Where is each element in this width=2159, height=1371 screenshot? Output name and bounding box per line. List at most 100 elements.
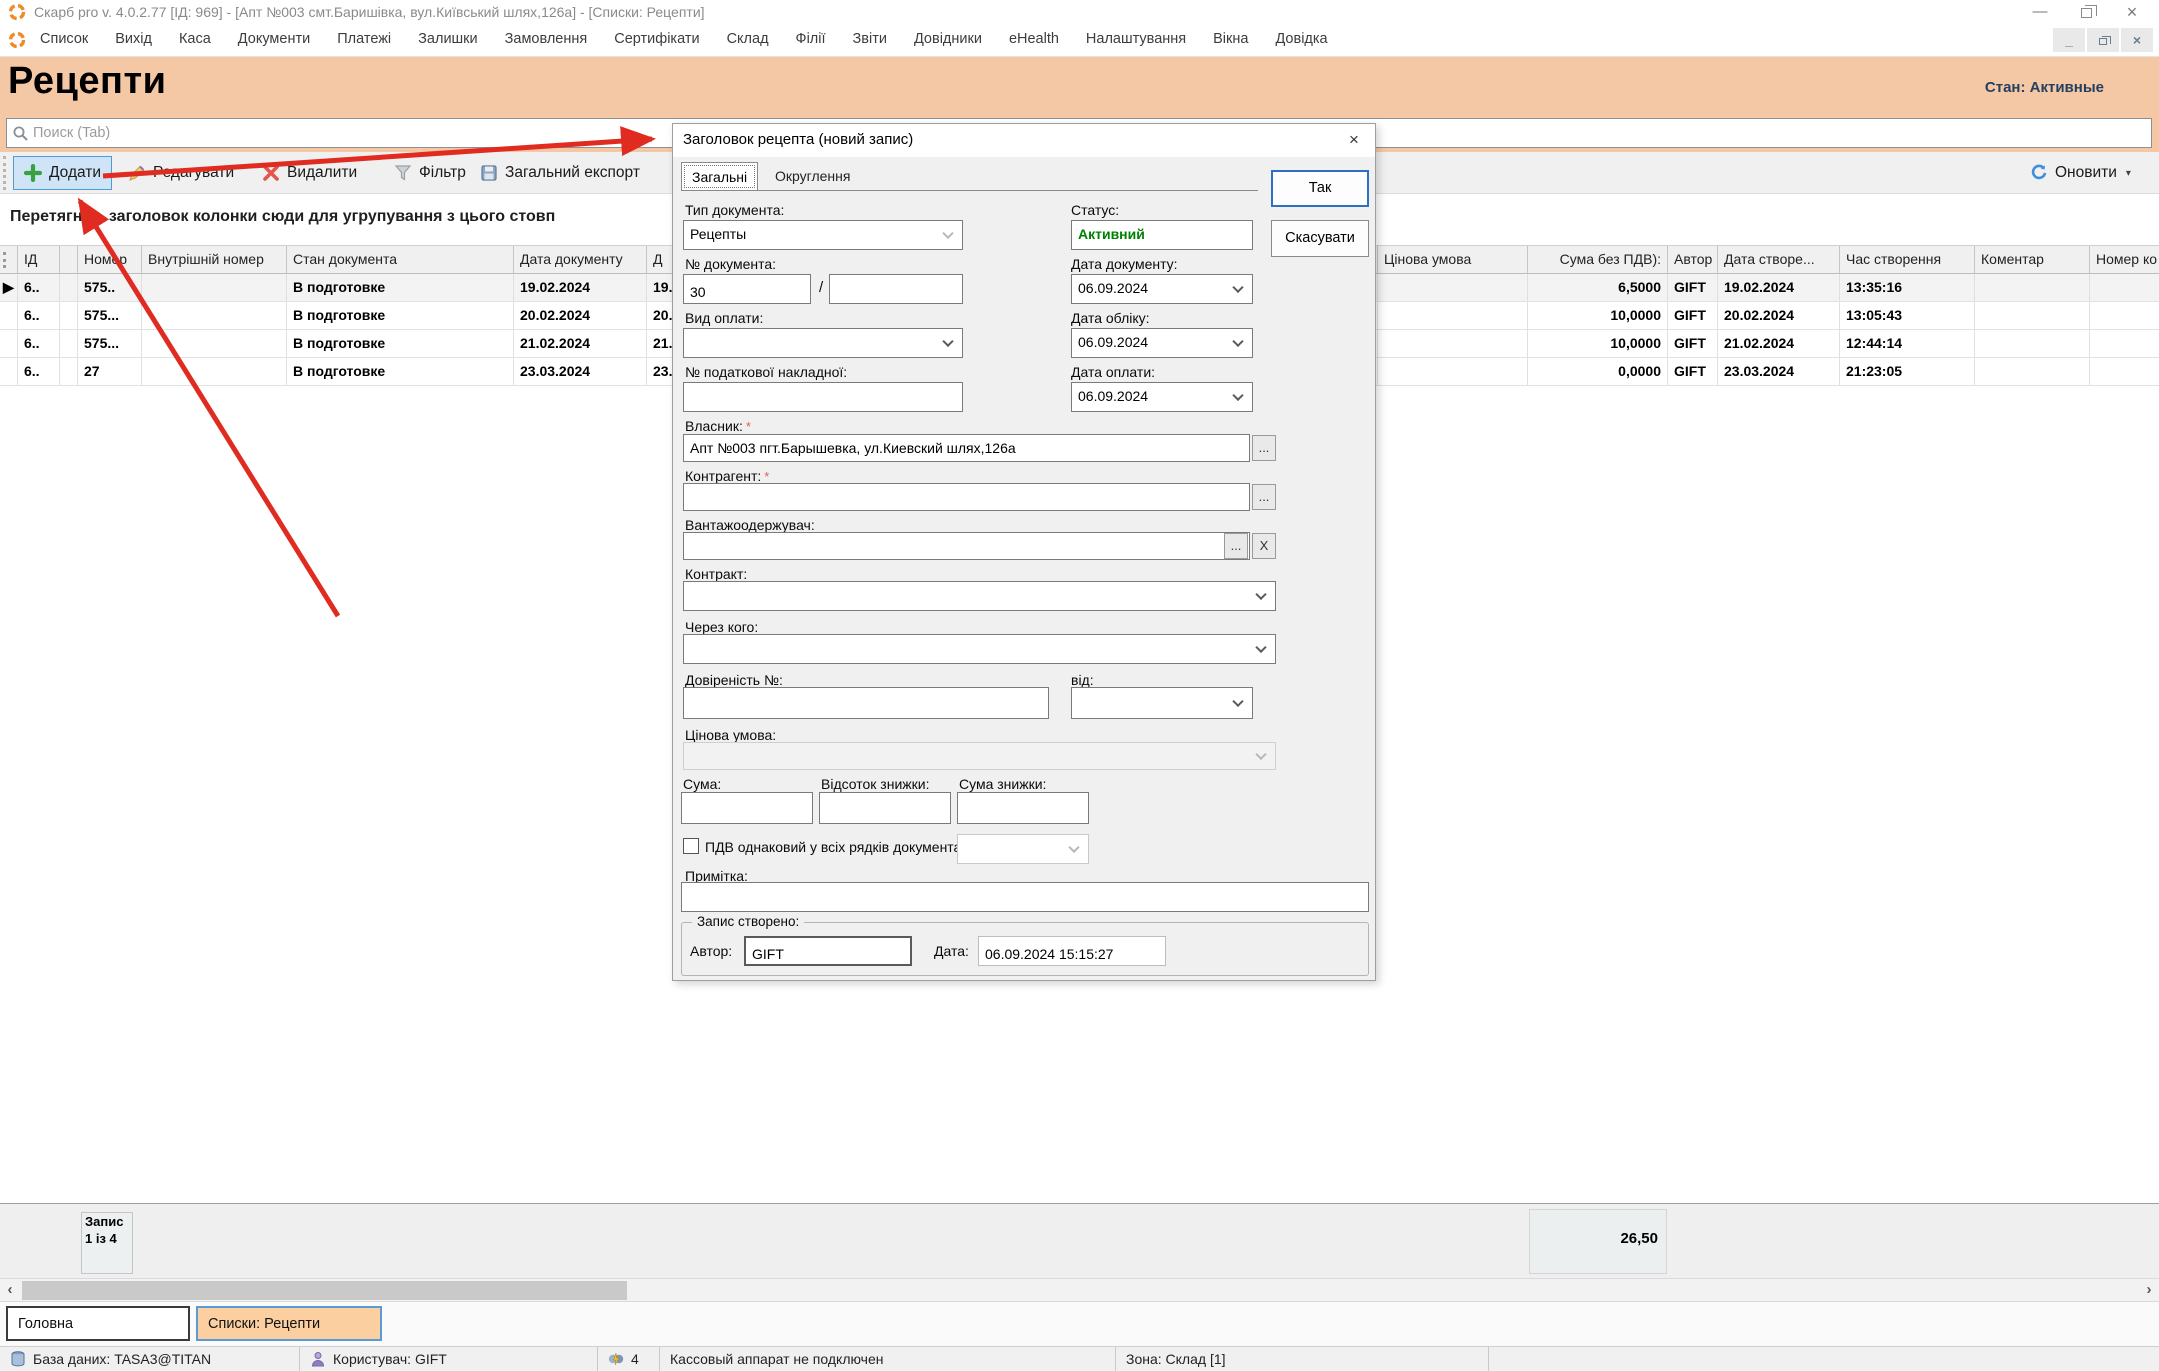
cell-num-ko (2090, 358, 2159, 385)
menu-filii[interactable]: Філії (796, 31, 826, 47)
cancel-button[interactable]: Скасувати (1271, 220, 1369, 257)
pay-type-combo[interactable] (683, 328, 963, 358)
col-comment[interactable]: Коментар (1975, 246, 2090, 273)
col-blank[interactable] (60, 246, 78, 273)
contragent-field[interactable] (683, 483, 1250, 511)
restore-button[interactable] (2063, 2, 2109, 22)
scrollbar-thumb[interactable] (22, 1281, 627, 1300)
status-user: Користувач: GIFT (300, 1347, 598, 1371)
delete-button[interactable]: Видалити (252, 156, 367, 190)
sum-label: Сума: (683, 776, 721, 792)
col-created-date[interactable]: Дата створе... (1718, 246, 1840, 273)
menu-dovidnyky[interactable]: Довідники (914, 31, 982, 47)
cell-number: 575.. (78, 274, 142, 301)
menu-nalashtuvannia[interactable]: Налаштування (1086, 31, 1186, 47)
discount-sum-field[interactable] (957, 792, 1089, 824)
note-input[interactable] (688, 888, 1362, 911)
menu-dokumenty[interactable]: Документи (238, 31, 310, 47)
discount-sum-input[interactable] (964, 798, 1082, 823)
close-button[interactable]: × (2109, 2, 2155, 22)
cell-doc-date: 21.02.2024 (514, 330, 647, 357)
doc-num-input[interactable] (690, 280, 804, 303)
account-date-combo[interactable]: 06.09.2024 (1071, 328, 1253, 358)
menu-sklad[interactable]: Склад (727, 31, 769, 47)
menu-dovidka[interactable]: Довідка (1275, 31, 1327, 47)
cell-time: 12:44:14 (1840, 330, 1975, 357)
via-combo[interactable] (683, 634, 1276, 664)
menu-zvity[interactable]: Звіти (853, 31, 887, 47)
contragent-browse-button[interactable]: ... (1252, 484, 1276, 510)
owner-browse-button[interactable]: ... (1252, 435, 1276, 461)
doc-num2-field[interactable] (829, 274, 963, 304)
sum-field[interactable] (681, 792, 813, 824)
col-id[interactable]: ІД (18, 246, 60, 273)
col-price-condition[interactable]: Цінова умова (1378, 246, 1528, 273)
refresh-dropdown-icon[interactable]: ▾ (2126, 168, 2131, 179)
scroll-left-icon[interactable]: ‹ (0, 1281, 20, 1299)
cell-price (1378, 302, 1528, 329)
child-minimize-button[interactable]: _ (2053, 28, 2085, 52)
poa-input[interactable] (690, 693, 1042, 718)
doc-num2-input[interactable] (836, 280, 956, 303)
consignee-clear-button[interactable]: X (1252, 533, 1276, 559)
minimize-button[interactable]: — (2017, 2, 2063, 22)
child-close-button[interactable]: × (2121, 28, 2153, 52)
menu-zamovlennia[interactable]: Замовлення (505, 31, 588, 47)
menu-kasa[interactable]: Каса (179, 31, 211, 47)
edit-button[interactable]: Редагувати (118, 156, 244, 190)
sum-input[interactable] (688, 798, 806, 823)
consignee-browse-button[interactable]: ... (1224, 533, 1248, 559)
col-num-ko[interactable]: Номер ко (2090, 246, 2159, 273)
ok-button[interactable]: Так (1271, 170, 1369, 207)
horizontal-scrollbar[interactable]: ‹ › (0, 1278, 2159, 1302)
filter-button[interactable]: Фільтр (384, 156, 476, 190)
menu-platezhi[interactable]: Платежі (337, 31, 391, 47)
col-sum-no-vat[interactable]: Сума без ПДВ): (1528, 246, 1668, 273)
tax-invoice-field[interactable] (683, 382, 963, 412)
contract-combo[interactable] (683, 581, 1276, 611)
menu-vykhid[interactable]: Вихід (115, 31, 152, 47)
cell-number: 575... (78, 330, 142, 357)
col-doc-date[interactable]: Дата документу (514, 246, 647, 273)
cell-state: В подготовке (287, 302, 514, 329)
tab-home[interactable]: Головна (6, 1306, 190, 1341)
scroll-right-icon[interactable]: › (2139, 1281, 2159, 1299)
red-x-icon (262, 164, 280, 182)
add-button[interactable]: Додати (13, 156, 112, 190)
dialog-close-button[interactable]: × (1341, 128, 1367, 152)
tax-invoice-input[interactable] (690, 388, 956, 411)
owner-field[interactable]: Апт №003 пгт.Барышевка, ул.Киевский шлях… (683, 434, 1250, 462)
record-created-group: Запис створено: Автор: Дата: (681, 922, 1369, 976)
tab-general[interactable]: Загальні (681, 162, 758, 191)
doc-date-combo[interactable]: 06.09.2024 (1071, 274, 1253, 304)
doc-type-combo[interactable]: Рецепты (683, 220, 963, 250)
menu-ehealth[interactable]: eHealth (1009, 31, 1059, 47)
poa-field[interactable] (683, 687, 1049, 719)
tab-lists-recipes[interactable]: Списки: Рецепти (196, 1306, 382, 1341)
col-internal-number[interactable]: Внутрішній номер (142, 246, 287, 273)
menu-zalyshky[interactable]: Залишки (418, 31, 477, 47)
pay-date-combo[interactable]: 06.09.2024 (1071, 382, 1253, 412)
vat-same-checkbox[interactable] (683, 838, 699, 854)
doc-num-field[interactable] (683, 274, 811, 304)
poa-from-combo[interactable] (1071, 687, 1253, 719)
col-doc-state[interactable]: Стан документа (287, 246, 514, 273)
menu-sertyfikaty[interactable]: Сертифікати (614, 31, 699, 47)
col-created-time[interactable]: Час створення (1840, 246, 1975, 273)
col-number[interactable]: Номер (78, 246, 142, 273)
discount-pct-input[interactable] (826, 798, 944, 823)
tab-rounding[interactable]: Округлення (765, 162, 860, 191)
note-field[interactable] (681, 882, 1369, 912)
grid-corner-grip (0, 246, 18, 273)
child-restore-button[interactable] (2087, 28, 2119, 52)
cell-state: В подготовке (287, 330, 514, 357)
database-icon (10, 1351, 26, 1367)
discount-pct-field[interactable] (819, 792, 951, 824)
export-button[interactable]: Загальний експорт (470, 156, 650, 190)
menu-spysok[interactable]: Список (40, 31, 88, 47)
col-author[interactable]: Автор (1668, 246, 1718, 273)
refresh-button[interactable]: Оновити ▾ (2020, 156, 2141, 190)
menu-vikna[interactable]: Вікна (1213, 31, 1248, 47)
cell-price (1378, 358, 1528, 385)
consignee-field[interactable] (683, 532, 1250, 560)
